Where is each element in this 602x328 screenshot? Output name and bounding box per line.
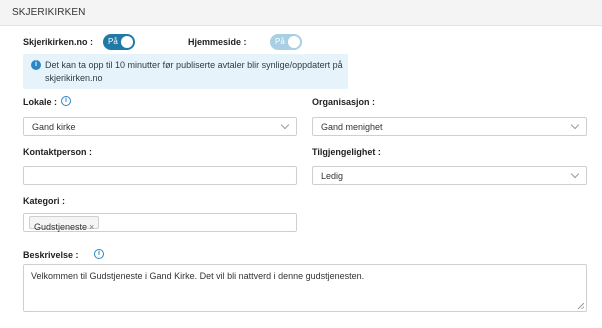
beskrivelse-value: Velkommen til Gudstjeneste i Gand Kirke.…	[31, 271, 365, 281]
kontaktperson-input[interactable]	[23, 166, 297, 185]
toggle-knob	[288, 36, 300, 48]
kategori-tag: Gudstjeneste ×	[29, 216, 100, 232]
beskrivelse-label: Beskrivelse :	[23, 250, 79, 260]
section-title: SKJERIKIRKEN	[12, 7, 86, 18]
toggle-knob	[121, 36, 133, 48]
kategori-label: Kategori :	[23, 196, 66, 206]
info-message: i Det kan ta opp til 10 minutter før pub…	[23, 54, 348, 89]
info-text: Det kan ta opp til 10 minutter før publi…	[45, 60, 343, 83]
tilgjengelighet-value: Ledig	[321, 171, 344, 181]
kategori-multiselect[interactable]: Gudstjeneste ×	[23, 213, 297, 232]
tag-label: Gudstjeneste	[34, 222, 88, 232]
beskrivelse-textarea[interactable]: Velkommen til Gudstjeneste i Gand Kirke.…	[23, 264, 587, 312]
close-icon[interactable]: ×	[89, 222, 94, 232]
tilgjengelighet-label: Tilgjengelighet :	[312, 147, 381, 157]
info-icon[interactable]: i	[94, 249, 104, 259]
skjerikirken-toggle-state: På	[108, 37, 118, 46]
skjerikirken-toggle[interactable]: På	[103, 34, 135, 50]
lokale-select[interactable]: Gand kirke	[23, 117, 297, 136]
hjemmeside-toggle-state: På	[275, 37, 285, 46]
organisasjon-select[interactable]: Gand menighet	[312, 117, 587, 136]
info-icon[interactable]: i	[61, 96, 71, 106]
section-header: SKJERIKIRKEN	[0, 0, 602, 26]
organisasjon-value: Gand menighet	[321, 122, 383, 132]
hjemmeside-toggle[interactable]: På	[270, 34, 302, 50]
kontaktperson-label: Kontaktperson :	[23, 147, 93, 157]
organisasjon-label: Organisasjon :	[312, 97, 376, 107]
skjerikirken-label: Skjerikirken.no :	[23, 37, 94, 47]
info-icon: i	[31, 60, 41, 70]
chevron-down-icon	[280, 120, 290, 130]
resize-handle-icon[interactable]	[578, 303, 584, 309]
lokale-label: Lokale :	[23, 97, 58, 107]
lokale-value: Gand kirke	[32, 122, 76, 132]
hjemmeside-label: Hjemmeside :	[188, 37, 247, 47]
chevron-down-icon	[570, 169, 580, 179]
chevron-down-icon	[570, 120, 580, 130]
tilgjengelighet-select[interactable]: Ledig	[312, 166, 587, 185]
